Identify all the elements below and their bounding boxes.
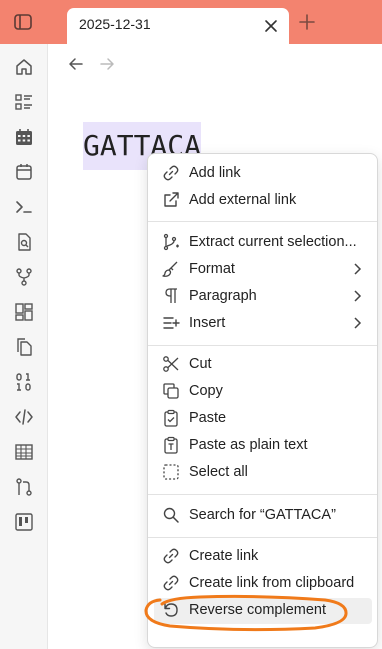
binary-icon[interactable] [14, 372, 34, 392]
extract-icon [162, 233, 180, 251]
menu-item-label: Extract current selection... [189, 234, 357, 250]
menu-item-label: Reverse complement [189, 602, 326, 618]
dashboard-icon[interactable] [14, 302, 34, 322]
menu-separator [148, 537, 377, 538]
title-bar: 2025-12-31 [0, 0, 382, 44]
menu-item-label: Create link [189, 548, 259, 564]
menu-item-create-link[interactable]: Create link [154, 544, 372, 570]
rotate-ccw-icon [162, 601, 180, 619]
home-icon[interactable] [14, 57, 34, 77]
tab-title: 2025-12-31 [79, 16, 151, 32]
copy-pages-icon[interactable] [14, 337, 34, 357]
insert-icon [162, 314, 180, 332]
external-link-icon [162, 191, 180, 209]
list-icon[interactable] [14, 92, 34, 112]
tab-active[interactable]: 2025-12-31 [67, 8, 289, 44]
menu-item-select-all[interactable]: Select all [154, 460, 372, 486]
chevron-right-icon [350, 316, 364, 330]
back-arrow-icon[interactable] [67, 55, 85, 73]
clipboard-check-icon [162, 409, 180, 427]
calendar-icon[interactable] [14, 162, 34, 182]
forward-arrow-icon[interactable] [98, 55, 116, 73]
menu-item-label: Paragraph [189, 288, 257, 304]
left-ribbon [0, 44, 48, 649]
menu-item-label: Add link [189, 165, 241, 181]
calendar-grid-icon[interactable] [14, 127, 34, 147]
menu-separator [148, 221, 377, 222]
menu-item-add-external-link[interactable]: Add external link [154, 188, 372, 214]
menu-item-label: Add external link [189, 192, 297, 208]
code-icon[interactable] [14, 407, 34, 427]
new-tab-icon[interactable] [298, 13, 316, 31]
link-icon [162, 547, 180, 565]
scissors-icon [162, 355, 180, 373]
menu-item-label: Create link from clipboard [189, 575, 355, 591]
menu-separator [148, 494, 377, 495]
menu-item-label: Paste [189, 410, 227, 426]
menu-item-label: Copy [189, 383, 223, 399]
menu-item-cut[interactable]: Cut [154, 352, 372, 378]
git-compare-icon[interactable] [14, 477, 34, 497]
search-file-icon[interactable] [14, 232, 34, 252]
menu-item-add-link[interactable]: Add link [154, 161, 372, 187]
chevron-right-icon [350, 262, 364, 276]
pilcrow-icon [162, 287, 180, 305]
menu-item-label: Format [189, 261, 235, 277]
menu-item-create-link-from-clipboard[interactable]: Create link from clipboard [154, 571, 372, 597]
menu-item-copy[interactable]: Copy [154, 379, 372, 405]
kanban-icon[interactable] [14, 512, 34, 532]
search-icon [162, 506, 180, 524]
menu-item-extract-selection[interactable]: Extract current selection... [154, 230, 372, 256]
context-menu: Add link Add external link Extract curre… [147, 153, 378, 648]
menu-item-insert[interactable]: Insert [154, 311, 372, 337]
link-icon [162, 164, 180, 182]
menu-item-label: Paste as plain text [189, 437, 308, 453]
menu-item-label: Select all [189, 464, 248, 480]
chevron-right-icon [350, 289, 364, 303]
select-all-icon [162, 463, 180, 481]
copy-icon [162, 382, 180, 400]
menu-item-paste-plain-text[interactable]: Paste as plain text [154, 433, 372, 459]
menu-separator [148, 345, 377, 346]
terminal-icon[interactable] [14, 197, 34, 217]
table-icon[interactable] [14, 442, 34, 462]
menu-item-label: Cut [189, 356, 212, 372]
close-icon[interactable] [263, 18, 279, 34]
link-icon [162, 574, 180, 592]
app-window: 2025-12-31 GATTACA Add link Add external… [0, 0, 382, 649]
clipboard-text-icon [162, 436, 180, 454]
brush-icon [162, 260, 180, 278]
menu-item-paragraph[interactable]: Paragraph [154, 284, 372, 310]
menu-item-label: Search for “GATTACA” [189, 507, 336, 523]
menu-item-search[interactable]: Search for “GATTACA” [154, 503, 372, 529]
menu-item-paste[interactable]: Paste [154, 406, 372, 432]
menu-item-label: Insert [189, 315, 226, 331]
sidebar-toggle-icon[interactable] [12, 11, 34, 33]
git-branch-icon[interactable] [14, 267, 34, 287]
menu-item-format[interactable]: Format [154, 257, 372, 283]
menu-item-reverse-complement[interactable]: Reverse complement [154, 598, 372, 624]
